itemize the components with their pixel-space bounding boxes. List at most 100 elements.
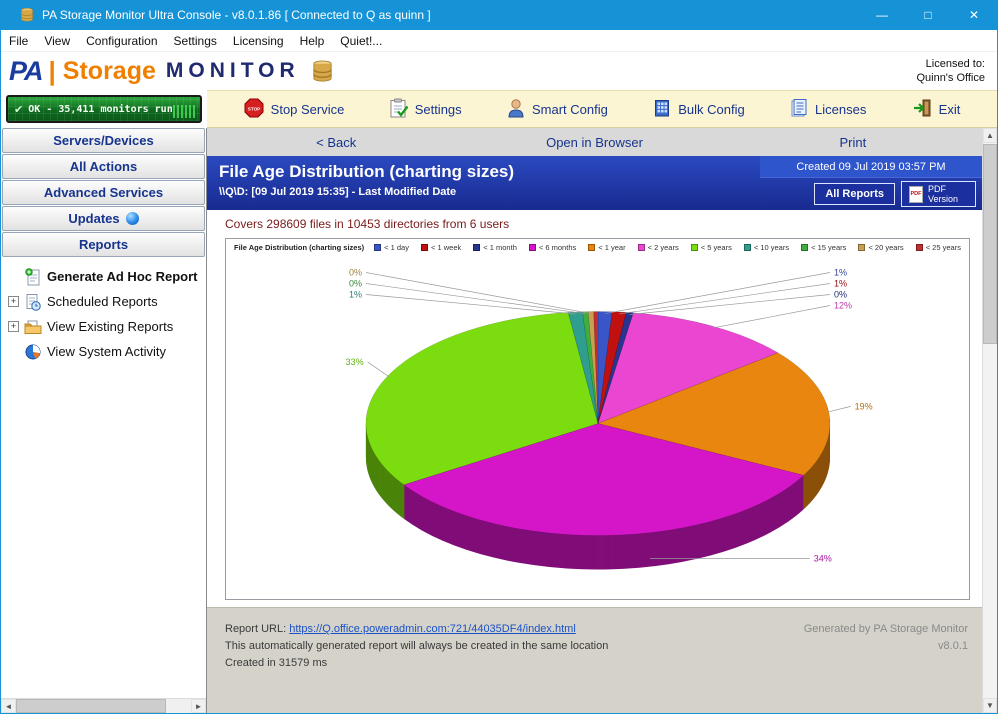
svg-text:1%: 1% — [834, 268, 847, 278]
tree-item-scheduled-reports[interactable]: +Scheduled Reports — [1, 289, 206, 314]
report-body: Covers 298609 files in 10453 directories… — [207, 210, 982, 607]
smart-config-label: Smart Config — [532, 102, 608, 117]
tree-item-label: Generate Ad Hoc Report — [47, 269, 198, 284]
svg-text:33%: 33% — [346, 357, 364, 367]
open-in-browser-link[interactable]: Open in Browser — [465, 135, 723, 150]
sidebar-horizontal-scrollbar[interactable]: ◄ ► — [1, 698, 206, 713]
expander-spacer — [8, 346, 19, 357]
bulk-config-icon — [653, 98, 671, 121]
svg-text:34%: 34% — [814, 554, 832, 564]
menu-licensing[interactable]: Licensing — [225, 30, 292, 51]
brand-pa: PA — [9, 56, 43, 87]
brand-storage: Storage — [63, 57, 156, 86]
report-url-link[interactable]: https://Q.office.poweradmin.com:721/4403… — [289, 623, 576, 635]
covers-summary: Covers 298609 files in 10453 directories… — [225, 217, 982, 231]
menu-file[interactable]: File — [1, 30, 36, 51]
adhoc-report-icon — [23, 268, 43, 286]
scrollbar-thumb[interactable] — [16, 699, 166, 713]
back-link[interactable]: < Back — [207, 135, 465, 150]
pdf-version-label: PDF Version — [928, 184, 968, 205]
report-subtitle: \\Q\D: [09 Jul 2019 15:35] - Last Modifi… — [219, 186, 760, 198]
app-icon — [19, 7, 35, 23]
window-title: PA Storage Monitor Ultra Console - v8.0.… — [42, 8, 431, 22]
menu-quiet[interactable]: Quiet!... — [332, 30, 390, 51]
expand-plus-icon[interactable]: + — [8, 296, 19, 307]
bulk-config-label: Bulk Config — [678, 102, 744, 117]
settings-button[interactable]: Settings — [390, 98, 462, 121]
legend-swatch — [529, 244, 536, 251]
svg-text:STOP: STOP — [247, 106, 259, 111]
scheduled-report-icon — [23, 293, 43, 311]
sidebar-button-reports[interactable]: Reports — [2, 232, 205, 257]
menu-view[interactable]: View — [36, 30, 78, 51]
content-vertical-scrollbar[interactable]: ▲ ▼ — [982, 128, 997, 713]
legend-label: < 1 year — [598, 243, 625, 252]
tree-item-view-existing-reports[interactable]: + View Existing Reports — [1, 314, 206, 339]
maximize-button[interactable]: □ — [905, 0, 951, 30]
legend-swatch — [916, 244, 923, 251]
scroll-down-arrow-icon[interactable]: ▼ — [983, 698, 997, 713]
settings-icon — [390, 98, 408, 121]
status-ok-icon: ✔ — [14, 103, 23, 116]
legend-item-1-month: < 1 month — [473, 243, 517, 252]
legend-label: < 10 years — [754, 243, 789, 252]
smart-config-icon — [507, 98, 525, 121]
tree-item-generate-ad-hoc-report[interactable]: Generate Ad Hoc Report — [1, 264, 206, 289]
sidebar-button-advanced-services[interactable]: Advanced Services — [2, 180, 205, 205]
tree-item-label: View Existing Reports — [47, 319, 173, 334]
activity-icon — [23, 344, 43, 360]
legend-label: < 6 months — [539, 243, 576, 252]
licenses-icon — [790, 98, 808, 121]
exit-icon — [912, 98, 932, 121]
legend-swatch — [421, 244, 428, 251]
scroll-right-arrow-icon[interactable]: ► — [191, 699, 206, 713]
report-header-left: File Age Distribution (charting sizes) \… — [207, 156, 760, 210]
menu-configuration[interactable]: Configuration — [78, 30, 165, 51]
stop-service-button[interactable]: STOPStop Service — [244, 98, 345, 121]
menu-settings[interactable]: Settings — [166, 30, 225, 51]
file-age-pie-chart: 1%1%0%12%0%0%1%19%33%34% — [226, 254, 970, 599]
svg-text:0%: 0% — [349, 268, 362, 278]
legend-swatch — [801, 244, 808, 251]
smart-config-button[interactable]: Smart Config — [507, 98, 608, 121]
print-link[interactable]: Print — [724, 135, 982, 150]
report-footer: Report URL: https://Q.office.poweradmin.… — [207, 607, 982, 713]
pdf-version-button[interactable]: PDF PDF Version — [901, 181, 976, 208]
legend-swatch — [374, 244, 381, 251]
sidebar-button-servers-devices[interactable]: Servers/Devices — [2, 128, 205, 153]
all-reports-button[interactable]: All Reports — [814, 183, 895, 205]
legend-swatch — [588, 244, 595, 251]
legend-swatch — [473, 244, 480, 251]
legend-item-20-years: < 20 years — [858, 243, 903, 252]
report-created-in: Created in 31579 ms — [225, 655, 966, 672]
legend-swatch — [638, 244, 645, 251]
minimize-button[interactable]: — — [859, 0, 905, 30]
svg-text:1%: 1% — [834, 279, 847, 289]
menu-help[interactable]: Help — [292, 30, 333, 51]
sidebar-button-label: Reports — [79, 237, 128, 252]
sidebar-button-label: Advanced Services — [44, 185, 163, 200]
chart-legend-title: File Age Distribution (charting sizes) — [234, 243, 364, 252]
close-button[interactable]: ✕ — [951, 0, 997, 30]
settings-label: Settings — [415, 102, 462, 117]
brand-monitor: MONITOR — [166, 59, 300, 83]
sidebar-button-all-actions[interactable]: All Actions — [2, 154, 205, 179]
licenses-button[interactable]: Licenses — [790, 98, 866, 121]
legend-item-10-years: < 10 years — [744, 243, 789, 252]
report-header: File Age Distribution (charting sizes) \… — [207, 156, 982, 210]
svg-text:12%: 12% — [834, 301, 852, 311]
scroll-left-arrow-icon[interactable]: ◄ — [1, 699, 16, 713]
exit-button[interactable]: Exit — [912, 98, 961, 121]
legend-item-15-years: < 15 years — [801, 243, 846, 252]
sidebar-button-updates[interactable]: Updates — [2, 206, 205, 231]
expand-plus-icon[interactable]: + — [8, 321, 19, 332]
status-led-text: OK - 35,411 monitors run — [28, 104, 173, 115]
chart-panel: File Age Distribution (charting sizes) <… — [225, 238, 970, 600]
tree-item-view-system-activity[interactable]: View System Activity — [1, 339, 206, 364]
bulk-config-button[interactable]: Bulk Config — [653, 98, 744, 121]
legend-item-6-months: < 6 months — [529, 243, 576, 252]
report-nav-bar: < Back Open in Browser Print — [207, 128, 982, 156]
scrollbar-thumb[interactable] — [983, 144, 997, 344]
scroll-up-arrow-icon[interactable]: ▲ — [983, 128, 997, 143]
generated-by: Generated by PA Storage Monitor v8.0.1 — [804, 621, 968, 655]
